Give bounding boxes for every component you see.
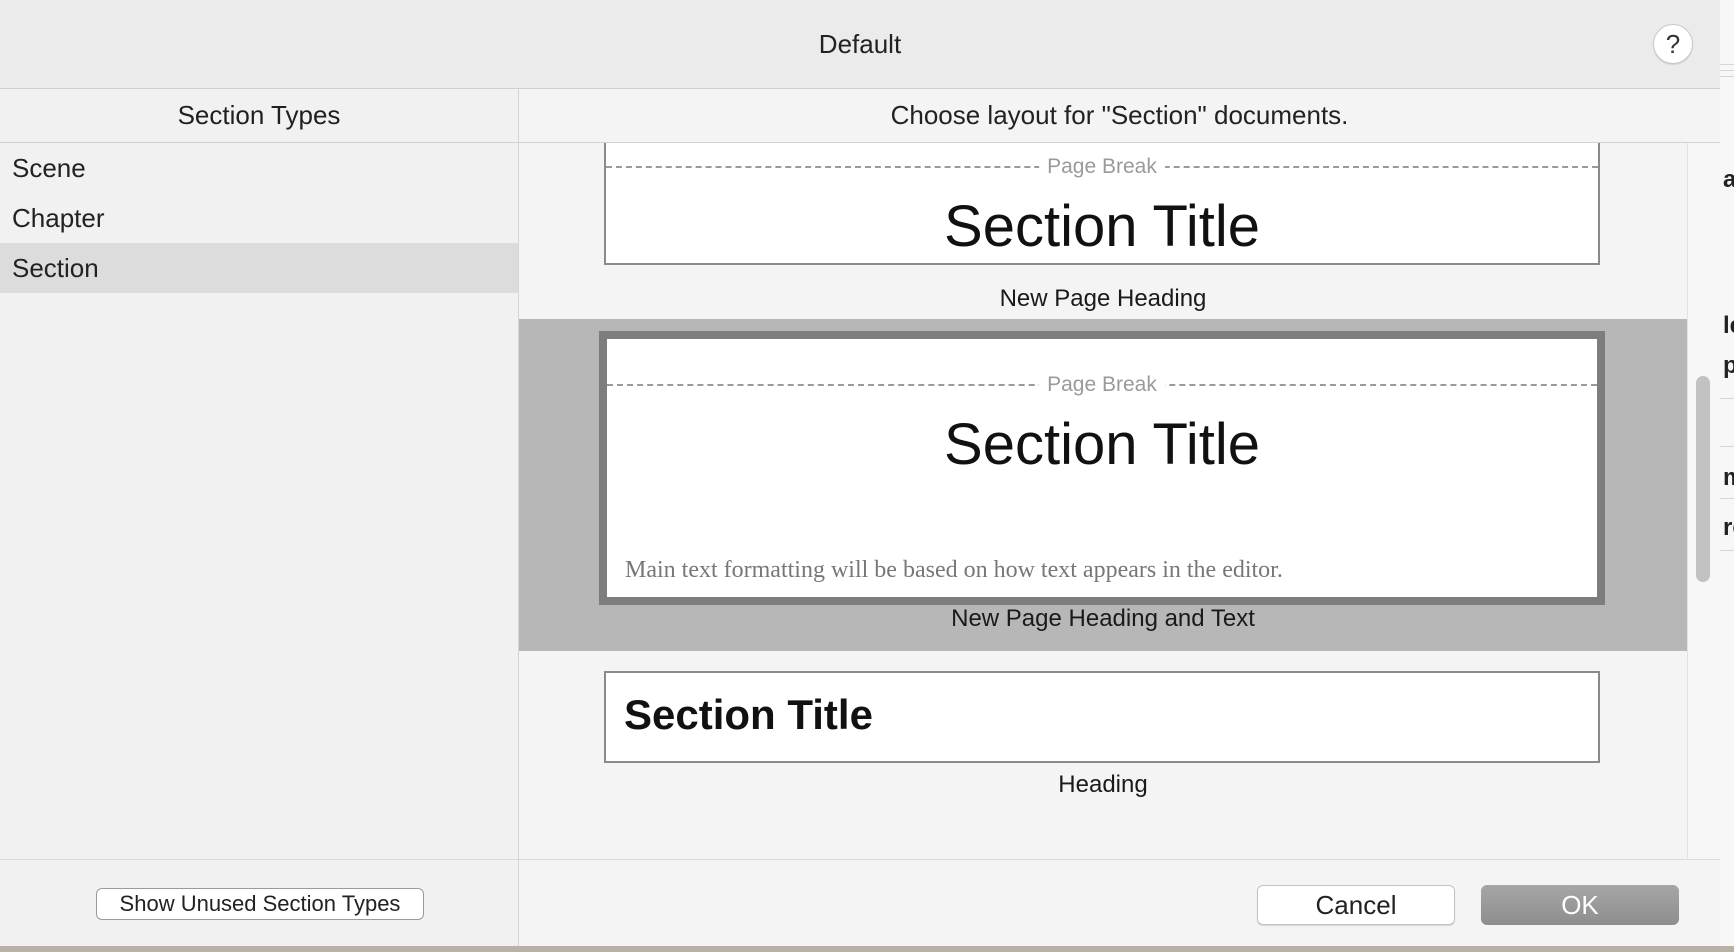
layout-option-new-page-heading-and-text[interactable]: Page Break Section Title Main text forma… bbox=[519, 319, 1687, 651]
background-divider bbox=[1720, 70, 1734, 71]
show-unused-section-types-button[interactable]: Show Unused Section Types bbox=[96, 888, 424, 920]
section-types-panel: Section Types Scene Chapter Section Show… bbox=[0, 89, 519, 946]
background-divider bbox=[1720, 76, 1734, 77]
background-divider bbox=[1720, 498, 1734, 499]
preview-section-title: Section Title bbox=[944, 194, 1260, 259]
dialog-title: Default bbox=[818, 29, 902, 59]
page-break-label: Page Break bbox=[1039, 155, 1165, 179]
background-text-fragment: m bbox=[1723, 464, 1734, 491]
preview-body-text: Main text formatting will be based on ho… bbox=[625, 557, 1283, 583]
background-divider bbox=[1720, 64, 1734, 65]
layout-option-heading[interactable]: Section Title Heading bbox=[519, 651, 1687, 859]
page-break-label: Page Break bbox=[1039, 373, 1165, 397]
background-divider bbox=[1720, 398, 1734, 399]
layout-panel-header: Choose layout for "Section" documents. bbox=[519, 89, 1720, 143]
layout-option-new-page-heading[interactable]: Page Break Section Title New Page Headin… bbox=[519, 143, 1687, 319]
preview-section-title: Section Title bbox=[624, 691, 873, 738]
background-text-fragment: le bbox=[1723, 312, 1734, 339]
layout-option-label: New Page Heading and Text bbox=[951, 605, 1255, 632]
layout-preview: Page Break Section Title Main text forma… bbox=[599, 331, 1605, 605]
section-type-section[interactable]: Section bbox=[0, 243, 518, 293]
layout-panel: Choose layout for "Section" documents. P… bbox=[519, 89, 1720, 946]
background-text-fragment: p bbox=[1723, 352, 1734, 379]
section-types-header: Section Types bbox=[0, 89, 518, 143]
background-window-edge: al le p m re bbox=[1720, 0, 1734, 952]
dialog-footer: Cancel OK bbox=[519, 859, 1720, 946]
background-text-fragment: re bbox=[1723, 514, 1734, 541]
page-break-indicator: Page Break bbox=[606, 155, 1598, 179]
help-button[interactable]: ? bbox=[1653, 24, 1693, 64]
background-divider bbox=[1720, 446, 1734, 447]
page-break-indicator: Page Break bbox=[607, 373, 1597, 397]
layout-preview: Page Break Section Title bbox=[604, 143, 1600, 265]
layout-option-label: New Page Heading bbox=[999, 285, 1207, 312]
preview-section-title: Section Title bbox=[944, 412, 1260, 477]
vertical-scrollbar[interactable] bbox=[1687, 143, 1720, 859]
background-text-fragment: al bbox=[1723, 166, 1734, 193]
section-types-list: Scene Chapter Section bbox=[0, 143, 518, 293]
layout-option-label: Heading bbox=[1058, 771, 1148, 798]
cancel-button[interactable]: Cancel bbox=[1257, 885, 1455, 925]
desktop-strip bbox=[0, 946, 1734, 952]
question-mark-icon: ? bbox=[1665, 29, 1681, 59]
layout-dialog: Default ? Section Types Scene Chapter Se… bbox=[0, 0, 1721, 946]
section-type-scene[interactable]: Scene bbox=[0, 143, 518, 193]
title-bar: Default ? bbox=[0, 0, 1720, 89]
ok-button[interactable]: OK bbox=[1481, 885, 1679, 925]
left-footer: Show Unused Section Types bbox=[0, 859, 518, 946]
background-divider bbox=[1720, 550, 1734, 551]
layout-options-list[interactable]: Page Break Section Title New Page Headin… bbox=[519, 143, 1687, 859]
layout-preview: Section Title bbox=[604, 671, 1600, 763]
section-type-chapter[interactable]: Chapter bbox=[0, 193, 518, 243]
scrollbar-thumb[interactable] bbox=[1696, 376, 1710, 582]
